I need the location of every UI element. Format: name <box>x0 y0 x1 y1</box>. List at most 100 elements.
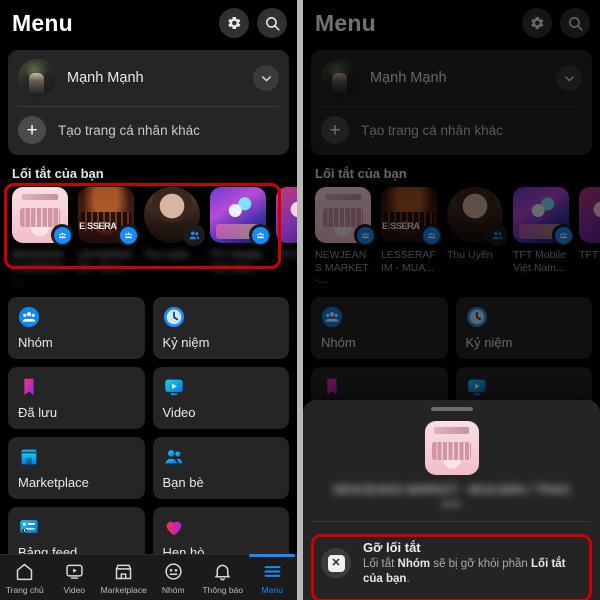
groups-icon <box>321 306 343 327</box>
group-badge <box>420 224 442 246</box>
shortcut-label: Thu Uyên <box>447 249 493 261</box>
shortcut-item[interactable]: TFT ĐTC... <box>276 187 297 287</box>
nav-item-trang-chủ[interactable]: Trang chủ <box>0 561 50 595</box>
page-title: Menu <box>12 9 73 36</box>
settings-button-right[interactable] <box>522 8 552 38</box>
chevron-down-icon <box>261 75 271 81</box>
active-tab-indicator <box>249 554 295 557</box>
nav-item-nhóm[interactable]: Nhóm <box>149 561 199 595</box>
dual-screenshot-comparison: Menu Mạnh Mạnh + Tạo trang cá nhân khác … <box>0 0 600 600</box>
group-badge <box>354 224 376 246</box>
groups-icon <box>427 232 435 238</box>
groups-icon <box>559 232 567 238</box>
groups-icon <box>256 232 264 238</box>
friends-icon <box>492 230 502 239</box>
shortcut-thumbnail <box>276 187 297 243</box>
menu-tile-friends[interactable]: Bạn bè <box>152 436 289 499</box>
avatar <box>321 59 359 97</box>
tile-icon <box>18 516 40 538</box>
menu-tile-memories-clock[interactable]: Kỷ niệm <box>455 296 592 359</box>
menu-grid: Nhóm Kỷ niệm Đã lưu Video Marketplace Bạn bè B… <box>0 287 297 569</box>
marketplace-store-icon <box>20 449 38 464</box>
create-profile-row[interactable]: + Tạo trang cá nhân khác <box>8 107 289 155</box>
profile-expand-button[interactable] <box>253 65 279 91</box>
saved-bookmark-icon <box>327 378 337 395</box>
shortcut-thumbnail <box>78 187 139 246</box>
tile-icon <box>18 376 40 398</box>
groups-icon <box>361 232 369 238</box>
shortcut-label: NEWJEANS MARKET -... <box>315 249 369 286</box>
profile-row-right[interactable]: Mạnh Mạnh <box>311 50 592 106</box>
app-header: Menu <box>0 0 297 46</box>
shortcuts-row-wrapper-right: NEWJEANS MARKET -... LESSERAFIM - MUA... T… <box>303 187 600 287</box>
plus-icon: + <box>18 116 46 144</box>
marketplace-icon <box>116 564 132 579</box>
nav-label: Menu <box>261 584 283 595</box>
menu-tile-groups[interactable]: Nhóm <box>8 296 145 359</box>
shortcut-label: TFT ĐTC... <box>579 249 600 261</box>
menu-tile-video[interactable]: Video <box>152 366 289 429</box>
shortcut-item[interactable]: Thu Uyên <box>447 187 508 287</box>
video-icon <box>164 379 183 395</box>
shortcut-label: TFT ĐTC... <box>276 249 297 261</box>
shortcut-item[interactable]: TFT Mobile Việt Nam... <box>513 187 574 287</box>
group-badge <box>249 224 271 246</box>
tile-label: Kỷ niệm <box>162 334 210 350</box>
left-screen: Menu Mạnh Mạnh + Tạo trang cá nhân khác … <box>0 0 297 600</box>
settings-button[interactable] <box>219 8 249 38</box>
saved-bookmark-icon <box>24 378 34 395</box>
video-icon <box>467 379 486 395</box>
app-header-right: Menu <box>303 0 600 46</box>
shortcuts-section-title-right: Lối tắt của bạn <box>315 166 407 181</box>
shortcuts-row[interactable]: NEWJEANS MARKET -... LESSERAFIM - MUA... T… <box>12 187 297 287</box>
menu-tile-memories-clock[interactable]: Kỷ niệm <box>152 296 289 359</box>
shortcut-item[interactable]: NEWJEANS MARKET -... <box>315 187 376 287</box>
profile-row[interactable]: Mạnh Mạnh <box>8 50 289 106</box>
nav-item-marketplace[interactable]: Marketplace <box>99 561 149 595</box>
shortcut-item[interactable]: TFT Mobile Việt Nam... <box>210 187 271 287</box>
tile-label: Nhóm <box>18 334 53 350</box>
drag-handle[interactable] <box>430 407 473 411</box>
friends-badge <box>486 224 508 246</box>
feeds-icon <box>20 519 38 533</box>
shortcut-label: NEWJEANS MARKET -... <box>12 249 66 286</box>
tile-label: Kỷ niệm <box>465 334 513 350</box>
shortcut-item[interactable]: Thu Uyên <box>144 187 205 287</box>
shortcut-item[interactable]: TFT ĐTC... <box>579 187 600 287</box>
menu-tile-saved-bookmark[interactable]: Đã lưu <box>8 366 145 429</box>
nav-item-thông-báo[interactable]: Thông báo <box>198 561 248 595</box>
create-profile-row-right[interactable]: + Tạo trang cá nhân khác <box>311 107 592 155</box>
tile-icon <box>163 306 185 328</box>
shortcut-thumbnail <box>513 187 574 246</box>
shortcut-item[interactable]: LESSERAFIM - MUA... <box>78 187 139 287</box>
shortcut-label: LESSERAFIM - MUA... <box>381 249 436 274</box>
groups-icon <box>18 306 40 327</box>
group-badge <box>51 224 73 246</box>
search-icon <box>568 16 583 31</box>
sheet-title: NEWJEANS MARKET - MUA BÁN / TRAO <box>332 483 571 497</box>
remove-shortcut-option[interactable]: ✕ Gỡ lối tắt Lối tắt Nhóm sẽ bị gỡ khỏi … <box>313 532 590 596</box>
search-button[interactable] <box>257 8 287 38</box>
nav-item-video[interactable]: Video <box>50 561 100 595</box>
tile-label: Nhóm <box>321 334 356 350</box>
bottom-navigation[interactable]: Trang chủ Video Marketplace Nhóm Thông báo Me… <box>0 554 297 600</box>
friends-icon <box>189 230 199 239</box>
menu-tile-marketplace-store[interactable]: Marketplace <box>8 436 145 499</box>
search-button-right[interactable] <box>560 8 590 38</box>
tile-icon <box>18 446 40 468</box>
nav-item-menu[interactable]: Menu <box>248 554 298 595</box>
tile-icon <box>466 306 488 328</box>
groups-icon <box>165 562 182 580</box>
profile-expand-button-right[interactable] <box>556 65 582 91</box>
bell-icon <box>215 564 231 580</box>
shortcut-item[interactable]: NEWJEANS MARKET -... <box>12 187 73 287</box>
shortcut-thumbnail <box>381 187 442 246</box>
groups-icon <box>124 232 132 238</box>
create-profile-label: Tạo trang cá nhân khác <box>58 122 200 138</box>
menu-tile-groups[interactable]: Nhóm <box>311 296 448 359</box>
nav-label: Video <box>63 584 86 595</box>
shortcuts-row-right[interactable]: NEWJEANS MARKET -... LESSERAFIM - MUA... T… <box>315 187 600 287</box>
shortcut-item[interactable]: LESSERAFIM - MUA... <box>381 187 442 287</box>
groups-icon <box>58 232 66 238</box>
tile-label: Marketplace <box>18 474 89 490</box>
